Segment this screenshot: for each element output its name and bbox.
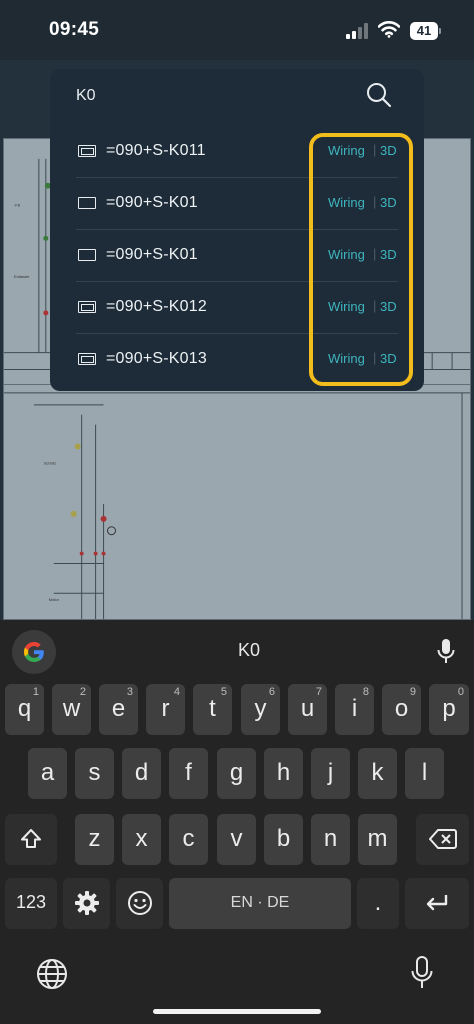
key-d[interactable]: d	[122, 748, 161, 799]
key-s[interactable]: s	[75, 748, 114, 799]
search-input[interactable]: K0	[76, 87, 96, 105]
dictation-microphone-icon[interactable]	[409, 955, 435, 991]
key-m[interactable]: m	[358, 814, 397, 865]
key-a[interactable]: a	[28, 748, 67, 799]
status-bar: 09:45 41	[0, 0, 474, 60]
key-label: r	[161, 695, 170, 722]
key-y[interactable]: y6	[241, 684, 280, 735]
emoji-icon	[127, 891, 152, 915]
key-x[interactable]: x	[122, 814, 161, 865]
keyboard-suggestion[interactable]: K0	[200, 640, 298, 661]
key-j[interactable]: j	[311, 748, 350, 799]
key-k[interactable]: k	[358, 748, 397, 799]
key-e[interactable]: e3	[99, 684, 138, 735]
google-logo-icon[interactable]	[12, 630, 56, 674]
key-w[interactable]: w2	[52, 684, 91, 735]
key-b[interactable]: b	[264, 814, 303, 865]
svg-text:-F8: -F8	[14, 203, 21, 208]
key-hint: 5	[220, 686, 227, 698]
key-hint: 7	[315, 686, 322, 698]
schematic-sheet[interactable]: Schütz Motor	[3, 384, 471, 620]
enter-icon	[426, 895, 448, 911]
svg-text:Schütz: Schütz	[44, 460, 56, 465]
key-label: p	[442, 695, 456, 722]
battery-icon: 41	[410, 22, 442, 40]
space-key[interactable]: EN · DE	[169, 878, 351, 929]
search-icon[interactable]	[365, 81, 393, 109]
result-label: =090+S-K013	[106, 350, 207, 367]
key-hint: 0	[457, 686, 464, 698]
key-v[interactable]: v	[217, 814, 256, 865]
shift-key[interactable]	[5, 814, 57, 865]
double-frame-icon	[78, 301, 96, 313]
frame-icon	[78, 197, 96, 209]
key-hint: 4	[173, 686, 180, 698]
home-indicator[interactable]	[153, 1009, 321, 1014]
wifi-icon	[378, 21, 400, 38]
key-q[interactable]: q1	[5, 684, 44, 735]
key-f[interactable]: f	[169, 748, 208, 799]
key-label: o	[394, 695, 409, 722]
backspace-icon	[428, 829, 457, 849]
key-label: y	[254, 695, 267, 722]
key-g[interactable]: g	[217, 748, 256, 799]
result-label: =090+S-K01	[106, 246, 198, 263]
key-t[interactable]: t5	[193, 684, 232, 735]
battery-level: 41	[416, 23, 432, 38]
emoji-key[interactable]	[116, 878, 163, 929]
key-label: q	[17, 695, 32, 722]
result-label: =090+S-K011	[106, 142, 206, 159]
globe-icon[interactable]	[36, 958, 68, 990]
svg-text:Motor: Motor	[49, 597, 60, 602]
key-hint: 2	[79, 686, 86, 698]
key-c[interactable]: c	[169, 814, 208, 865]
svg-text:Entlaster: Entlaster	[14, 274, 30, 279]
key-hint: 9	[409, 686, 416, 698]
period-key[interactable]: .	[357, 878, 399, 929]
double-frame-icon	[78, 353, 96, 365]
settings-key[interactable]	[63, 878, 110, 929]
status-time: 09:45	[49, 19, 100, 40]
numbers-key[interactable]: 123	[5, 878, 57, 929]
key-hint: 3	[126, 686, 133, 698]
signal-icon	[346, 23, 370, 39]
key-u[interactable]: u7	[288, 684, 327, 735]
double-frame-icon	[78, 145, 96, 157]
shift-icon	[21, 829, 41, 848]
key-label: u	[300, 695, 315, 722]
gear-icon	[74, 891, 99, 915]
key-r[interactable]: r4	[146, 684, 185, 735]
microphone-icon[interactable]	[434, 637, 458, 665]
backspace-key[interactable]	[416, 814, 469, 865]
key-hint: 8	[362, 686, 369, 698]
frame-icon	[78, 249, 96, 261]
key-label: i	[351, 695, 358, 722]
key-hint: 1	[32, 686, 39, 698]
key-l[interactable]: l	[405, 748, 444, 799]
key-z[interactable]: z	[75, 814, 114, 865]
key-label: w	[62, 695, 81, 722]
key-n[interactable]: n	[311, 814, 350, 865]
highlight-annotation	[309, 133, 413, 386]
result-label: =090+S-K01	[106, 194, 198, 211]
key-i[interactable]: i8	[335, 684, 374, 735]
result-label: =090+S-K012	[106, 298, 207, 315]
key-label: t	[209, 695, 216, 722]
keyboard: K0 q1 w2 e3 r4 t5 y6 u7 i8 o9 p0 a s d f…	[0, 620, 474, 1024]
key-p[interactable]: p0	[429, 684, 469, 735]
key-h[interactable]: h	[264, 748, 303, 799]
key-label: e	[111, 695, 126, 722]
key-o[interactable]: o9	[382, 684, 421, 735]
key-hint: 6	[268, 686, 275, 698]
enter-key[interactable]	[405, 878, 469, 929]
